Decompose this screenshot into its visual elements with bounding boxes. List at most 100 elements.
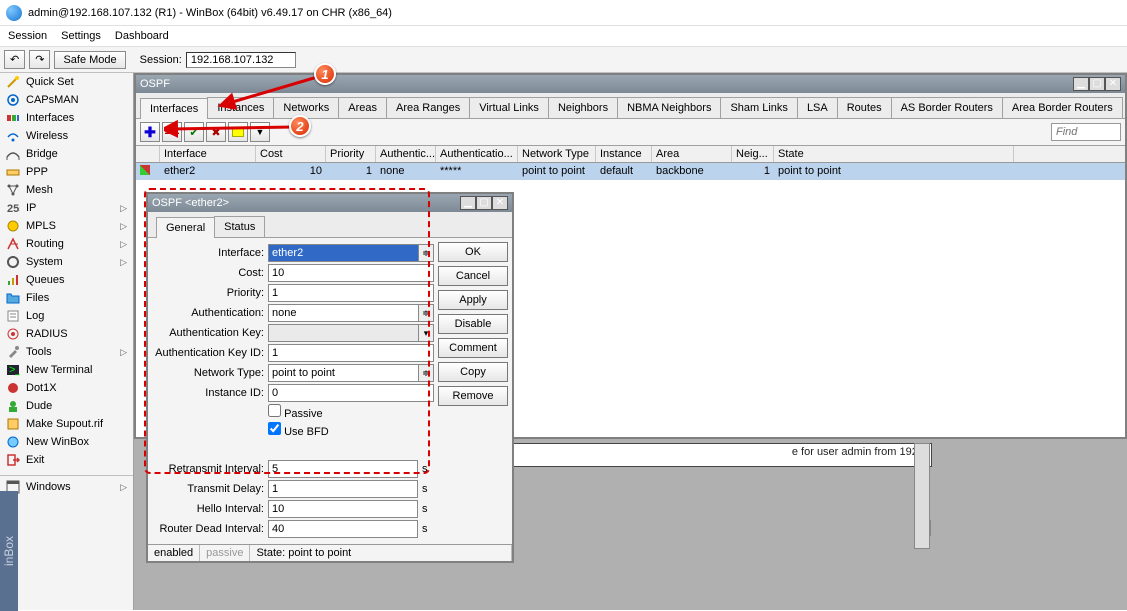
- dropdown-icon[interactable]: ▾: [418, 324, 434, 342]
- minimize-icon[interactable]: ▁: [1073, 77, 1089, 91]
- field-auth[interactable]: [268, 304, 418, 322]
- copy-button[interactable]: Copy: [438, 362, 508, 382]
- sidebar-item-capsman[interactable]: CAPsMAN: [0, 91, 133, 109]
- column-header[interactable]: Cost: [256, 146, 326, 162]
- sidebar-item-wireless[interactable]: Wireless: [0, 127, 133, 145]
- column-header[interactable]: Priority: [326, 146, 376, 162]
- comment-button[interactable]: [228, 122, 248, 142]
- enable-button[interactable]: ✔: [184, 122, 204, 142]
- tab-status[interactable]: Status: [214, 216, 265, 237]
- column-header[interactable]: Network Type: [518, 146, 596, 162]
- sidebar-item-tools[interactable]: Tools▷: [0, 343, 133, 361]
- sidebar-item-dot1x[interactable]: Dot1X: [0, 379, 133, 397]
- dialog-title-bar[interactable]: OSPF <ether2> ▁ ▢ ✕: [148, 194, 512, 212]
- field-dead[interactable]: [268, 520, 418, 538]
- sidebar-item-interfaces[interactable]: Interfaces: [0, 109, 133, 127]
- menu-dashboard[interactable]: Dashboard: [115, 30, 169, 42]
- close-icon[interactable]: ✕: [492, 196, 508, 210]
- tab-areas[interactable]: Areas: [338, 97, 387, 118]
- session-value[interactable]: 192.168.107.132: [186, 52, 296, 68]
- dropdown-icon[interactable]: ≑: [418, 244, 434, 262]
- tab-as-border-routers[interactable]: AS Border Routers: [891, 97, 1003, 118]
- sidebar-item-log[interactable]: Log: [0, 307, 133, 325]
- tab-virtual-links[interactable]: Virtual Links: [469, 97, 549, 118]
- minimize-icon[interactable]: ▁: [460, 196, 476, 210]
- sidebar-item-mpls[interactable]: MPLS▷: [0, 217, 133, 235]
- menu-bar: Session Settings Dashboard: [0, 26, 1127, 47]
- tab-nbma-neighbors[interactable]: NBMA Neighbors: [617, 97, 721, 118]
- column-header[interactable]: Area: [652, 146, 732, 162]
- sidebar-item-files[interactable]: Files: [0, 289, 133, 307]
- sidebar-item-routing[interactable]: Routing▷: [0, 235, 133, 253]
- sidebar-item-new-winbox[interactable]: New WinBox: [0, 433, 133, 451]
- table-row[interactable]: ether2101none*****point to pointdefaultb…: [136, 163, 1125, 180]
- field-priority[interactable]: [268, 284, 434, 302]
- checkbox-usebfd[interactable]: [268, 422, 281, 435]
- column-header[interactable]: [136, 146, 160, 162]
- comment-button[interactable]: Comment: [438, 338, 508, 358]
- tab-sham-links[interactable]: Sham Links: [720, 97, 797, 118]
- tab-neighbors[interactable]: Neighbors: [548, 97, 618, 118]
- sidebar-item-bridge[interactable]: Bridge: [0, 145, 133, 163]
- field-hello[interactable]: [268, 500, 418, 518]
- column-header[interactable]: Authenticatio...: [436, 146, 518, 162]
- sidebar-item-ip[interactable]: 255IP▷: [0, 199, 133, 217]
- field-authkeyid[interactable]: [268, 344, 434, 362]
- tab-networks[interactable]: Networks: [273, 97, 339, 118]
- field-instanceid[interactable]: [268, 384, 434, 402]
- ok-button[interactable]: OK: [438, 242, 508, 262]
- column-header[interactable]: Neig...: [732, 146, 774, 162]
- ospf-title-bar[interactable]: OSPF ▁ ▢ ✕: [136, 75, 1125, 93]
- find-input[interactable]: [1051, 123, 1121, 141]
- sidebar-item-mesh[interactable]: Mesh: [0, 181, 133, 199]
- menu-session[interactable]: Session: [8, 30, 47, 42]
- tab-lsa[interactable]: LSA: [797, 97, 838, 118]
- add-button[interactable]: ✚: [140, 122, 160, 142]
- tab-routes[interactable]: Routes: [837, 97, 892, 118]
- close-icon[interactable]: ✕: [1105, 77, 1121, 91]
- sidebar-item-windows[interactable]: Windows ▷: [0, 478, 133, 496]
- sidebar-item-exit[interactable]: Exit: [0, 451, 133, 469]
- filter-button[interactable]: ▼: [250, 122, 270, 142]
- field-retransmit[interactable]: [268, 460, 418, 478]
- column-header[interactable]: Authentic...: [376, 146, 436, 162]
- field-cost[interactable]: [268, 264, 434, 282]
- sidebar-item-make-supout-rif[interactable]: Make Supout.rif: [0, 415, 133, 433]
- checkbox-passive[interactable]: [268, 404, 281, 417]
- remove-button[interactable]: —: [162, 122, 182, 142]
- tab-general[interactable]: General: [156, 217, 215, 238]
- maximize-icon[interactable]: ▢: [1089, 77, 1105, 91]
- maximize-icon[interactable]: ▢: [476, 196, 492, 210]
- sidebar-item-radius[interactable]: RADIUS: [0, 325, 133, 343]
- disable-button[interactable]: Disable: [438, 314, 508, 334]
- column-header[interactable]: State: [774, 146, 1014, 162]
- field-transmitdelay[interactable]: [268, 480, 418, 498]
- undo-button[interactable]: ↶: [4, 50, 25, 69]
- safe-mode-button[interactable]: Safe Mode: [54, 51, 125, 69]
- remove-button[interactable]: Remove: [438, 386, 508, 406]
- tab-interfaces[interactable]: Interfaces: [140, 98, 208, 119]
- dropdown-icon[interactable]: ≑: [418, 304, 434, 322]
- sidebar-item-new-terminal[interactable]: >_New Terminal: [0, 361, 133, 379]
- redo-button[interactable]: ↷: [29, 50, 50, 69]
- tab-instances[interactable]: Instances: [207, 97, 274, 118]
- sidebar-item-system[interactable]: System▷: [0, 253, 133, 271]
- disable-button[interactable]: ✖: [206, 122, 226, 142]
- column-header[interactable]: Instance: [596, 146, 652, 162]
- sidebar-item-label: System: [26, 256, 63, 268]
- terminal-scrollbar[interactable]: [914, 443, 930, 549]
- field-nettype[interactable]: [268, 364, 418, 382]
- dropdown-icon[interactable]: ≑: [418, 364, 434, 382]
- tab-area-border-routers[interactable]: Area Border Routers: [1002, 97, 1123, 118]
- field-interface[interactable]: [268, 244, 418, 262]
- sidebar-item-ppp[interactable]: PPP: [0, 163, 133, 181]
- sidebar-item-quick-set[interactable]: Quick Set: [0, 73, 133, 91]
- apply-button[interactable]: Apply: [438, 290, 508, 310]
- sidebar-item-queues[interactable]: Queues: [0, 271, 133, 289]
- column-header[interactable]: Interface: [160, 146, 256, 162]
- menu-settings[interactable]: Settings: [61, 30, 101, 42]
- tab-area-ranges[interactable]: Area Ranges: [386, 97, 470, 118]
- cancel-button[interactable]: Cancel: [438, 266, 508, 286]
- sidebar-item-dude[interactable]: Dude: [0, 397, 133, 415]
- field-authkey[interactable]: [268, 324, 418, 342]
